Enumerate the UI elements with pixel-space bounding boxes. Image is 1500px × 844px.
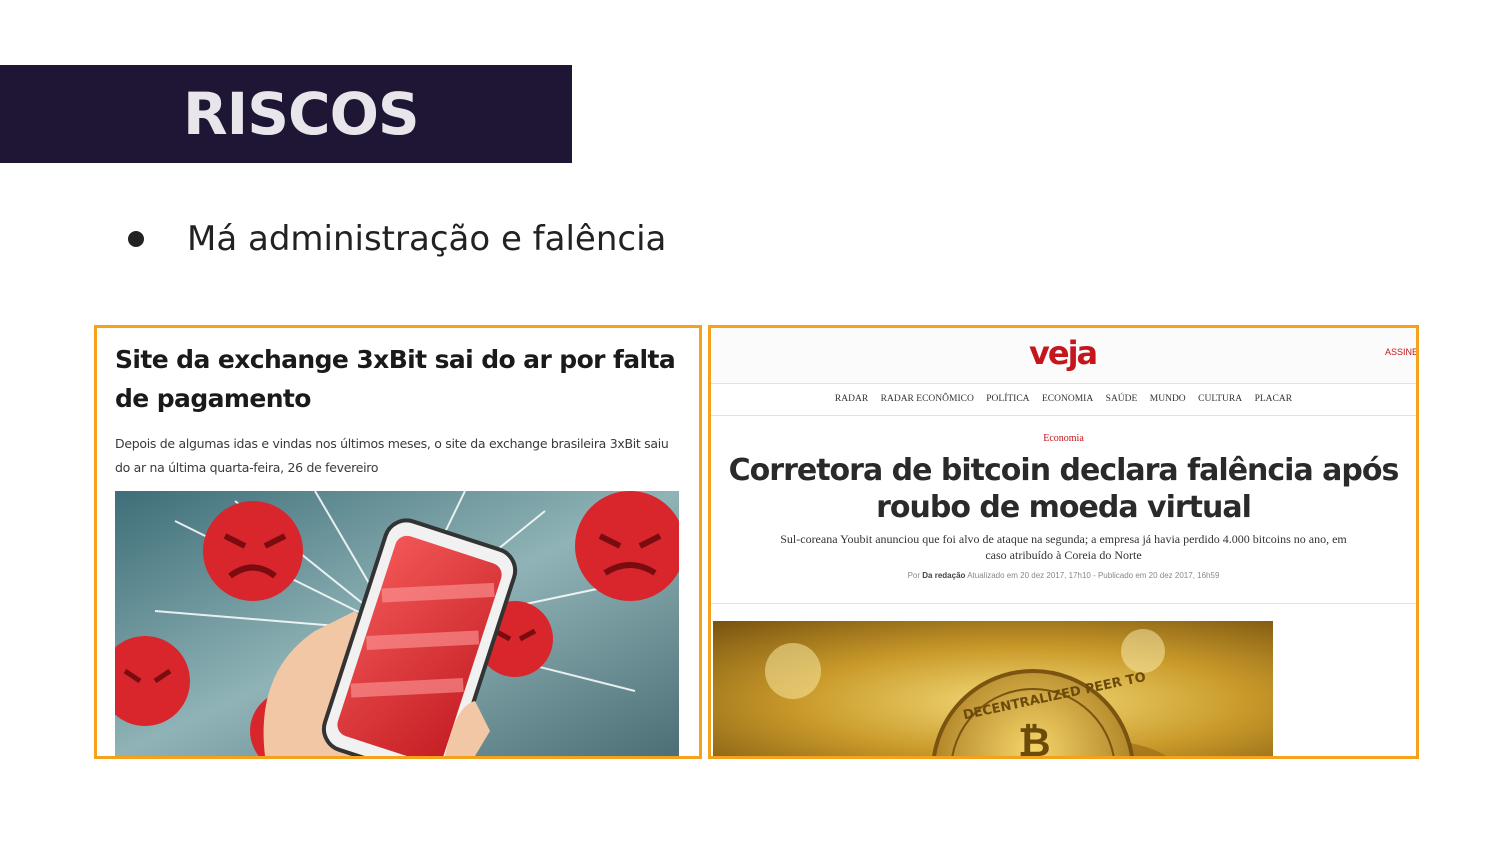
nav-item-cultura[interactable]: CULTURA — [1198, 384, 1242, 415]
site-header: veja ASSINE — [711, 328, 1416, 384]
article-headline: Site da exchange 3xBit sai do ar por fal… — [115, 345, 676, 413]
subscribe-link[interactable]: ASSINE — [1385, 347, 1416, 357]
slide-title: RISCOS — [183, 80, 420, 148]
byline-prefix: Por — [907, 571, 921, 580]
angry-phone-illustration-icon — [115, 491, 679, 756]
angry-face-icon — [203, 501, 303, 601]
nav-item-radar-economico[interactable]: RADAR ECONÔMICO — [881, 384, 974, 415]
byline-dates: Atualizado em 20 dez 2017, 17h10 - Publi… — [967, 571, 1220, 580]
article-byline: Por Da redação Atualizado em 20 dez 2017… — [711, 571, 1416, 580]
bullet-dot-icon — [128, 231, 144, 247]
site-nav: RADAR RADAR ECONÔMICO POLÍTICA ECONOMIA … — [711, 384, 1416, 416]
news-card-3xbit: Site da exchange 3xBit sai do ar por fal… — [94, 325, 702, 759]
svg-text:₿: ₿ — [1018, 720, 1051, 756]
article-headline: Corretora de bitcoin declara falência ap… — [728, 453, 1400, 525]
nav-item-economia[interactable]: ECONOMIA — [1042, 384, 1093, 415]
veja-logo[interactable]: veja — [1029, 330, 1098, 376]
section-label[interactable]: Economia — [711, 433, 1416, 444]
nav-item-radar[interactable]: RADAR — [835, 384, 868, 415]
divider — [711, 603, 1416, 604]
bitcoin-coin-photo-icon: DECENTRALIZED PEER TO ₿ — [713, 621, 1273, 756]
article-summary: Depois de algumas idas e vindas nos últi… — [115, 436, 669, 475]
byline-author[interactable]: Da redação — [922, 571, 965, 580]
nav-item-saude[interactable]: SAÚDE — [1106, 384, 1138, 415]
article-dek: Sul-coreana Youbit anunciou que foi alvo… — [780, 532, 1347, 562]
nav-item-placar[interactable]: PLACAR — [1255, 384, 1292, 415]
bullet-text: Má administração e falência — [187, 219, 667, 259]
news-card-veja: veja ASSINE RADAR RADAR ECONÔMICO POLÍTI… — [708, 325, 1419, 759]
nav-item-mundo[interactable]: MUNDO — [1150, 384, 1186, 415]
nav-item-politica[interactable]: POLÍTICA — [986, 384, 1029, 415]
